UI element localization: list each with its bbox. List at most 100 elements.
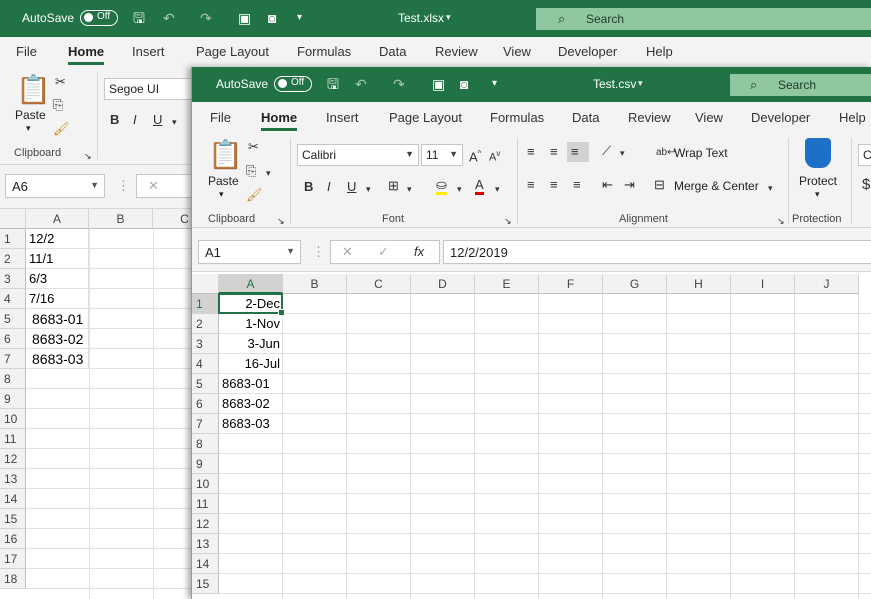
protect-dropdown-icon[interactable]: ▾ [815, 189, 820, 200]
bold-button[interactable]: B [110, 113, 119, 127]
redo-icon[interactable]: ↷ [200, 11, 212, 25]
row-header[interactable]: 4 [192, 354, 219, 374]
row-header[interactable]: 12 [0, 449, 26, 469]
row-header[interactable]: 12 [192, 514, 219, 534]
protect-button[interactable]: Protect [799, 174, 837, 188]
tab-developer[interactable]: Developer [558, 44, 617, 59]
redo-icon[interactable]: ↷ [393, 77, 405, 91]
column-header[interactable]: H [667, 274, 731, 294]
paste-icon[interactable]: 📋 [16, 75, 51, 105]
tab-home[interactable]: Home [68, 44, 105, 65]
cell-a3[interactable]: 3-Jun [219, 334, 283, 354]
screenshot-icon[interactable]: ◙ [268, 11, 276, 25]
tab-file[interactable]: File [16, 44, 37, 59]
column-header[interactable]: B [89, 209, 153, 229]
row-header[interactable]: 8 [192, 434, 219, 454]
row-header[interactable]: 16 [0, 529, 26, 549]
tab-developer[interactable]: Developer [751, 110, 810, 125]
wrap-text-button[interactable]: Wrap Text [674, 146, 728, 160]
number-format-box[interactable]: Cu [858, 144, 871, 166]
camera-icon[interactable]: ▣ [432, 77, 445, 91]
cell-a1[interactable]: 12/2 [26, 229, 89, 249]
column-header[interactable]: G [603, 274, 667, 294]
align-right-icon[interactable]: ≡ [573, 178, 581, 192]
enter-icon[interactable]: ✓ [378, 245, 389, 259]
column-header[interactable]: F [539, 274, 603, 294]
format-painter-icon[interactable]: 🖌 [246, 188, 263, 202]
orientation-icon[interactable]: ⟋ [602, 144, 611, 158]
row-header[interactable]: 7 [192, 414, 219, 434]
tab-help[interactable]: Help [839, 110, 866, 125]
paste-dropdown-icon[interactable]: ▾ [26, 123, 31, 134]
tab-data[interactable]: Data [379, 44, 406, 59]
copy-icon[interactable]: ⎘ [246, 164, 256, 178]
cell-a4[interactable]: 16-Jul [219, 354, 283, 374]
row-header[interactable]: 4 [0, 289, 26, 309]
title-dropdown-icon[interactable]: ▾ [638, 78, 643, 89]
format-painter-icon[interactable]: 🖌 [53, 122, 70, 136]
name-box[interactable]: A1 ▼ [198, 240, 301, 264]
row-header[interactable]: 3 [192, 334, 219, 354]
protect-shield-icon[interactable] [805, 138, 831, 168]
tab-data[interactable]: Data [572, 110, 599, 125]
borders-dropdown-icon[interactable]: ▾ [407, 182, 412, 196]
title-dropdown-icon[interactable]: ▾ [446, 12, 451, 23]
tab-insert[interactable]: Insert [132, 44, 165, 59]
row-header[interactable]: 6 [192, 394, 219, 414]
row-header[interactable]: 6 [0, 329, 26, 349]
column-header[interactable]: B [283, 274, 347, 294]
cut-icon[interactable]: ✂ [248, 140, 259, 154]
formula-input[interactable]: 12/2/2019 [443, 240, 871, 264]
cell-a6[interactable]: 8683-02 [26, 329, 89, 349]
underline-dropdown-icon[interactable]: ▾ [366, 182, 371, 196]
column-header[interactable]: I [731, 274, 795, 294]
clipboard-launcher-icon[interactable]: ↘ [277, 214, 285, 228]
select-all-corner[interactable] [0, 209, 26, 229]
merge-center-button[interactable]: Merge & Center [674, 179, 759, 193]
cancel-icon[interactable]: ✕ [148, 179, 159, 193]
row-header[interactable]: 11 [0, 429, 26, 449]
undo-icon[interactable]: ↶ [355, 77, 367, 91]
bottom-align-icon[interactable]: ≡ [567, 142, 589, 162]
search-box[interactable]: ⌕ Search [536, 8, 871, 30]
column-header[interactable]: J [795, 274, 859, 294]
tab-review[interactable]: Review [435, 44, 478, 59]
row-header[interactable]: 10 [0, 409, 26, 429]
cell-a6[interactable]: 8683-02 [219, 394, 283, 414]
row-header[interactable]: 13 [192, 534, 219, 554]
cell-a7[interactable]: 8683-03 [219, 414, 283, 434]
font-name-box[interactable]: Calibri ▼ [297, 144, 419, 166]
row-header[interactable]: 3 [0, 269, 26, 289]
orientation-dropdown-icon[interactable]: ▾ [620, 146, 625, 160]
paste-dropdown-icon[interactable]: ▾ [219, 189, 224, 200]
undo-icon[interactable]: ↶ [163, 11, 175, 25]
cell-a2[interactable]: 11/1 [26, 249, 89, 269]
tab-formulas[interactable]: Formulas [490, 110, 544, 125]
bold-button[interactable]: B [304, 180, 313, 194]
row-header[interactable]: 7 [0, 349, 26, 369]
cell-a5[interactable]: 8683-01 [219, 374, 283, 394]
tab-page-layout[interactable]: Page Layout [389, 110, 462, 125]
paste-icon[interactable]: 📋 [208, 140, 243, 170]
decrease-indent-icon[interactable]: ⇤ [602, 178, 613, 192]
save-icon[interactable]: 🖫 [327, 77, 339, 91]
cut-icon[interactable]: ✂ [55, 75, 66, 89]
cell-a2[interactable]: 1-Nov [219, 314, 283, 334]
increase-indent-icon[interactable]: ⇥ [624, 178, 635, 192]
tab-home[interactable]: Home [261, 110, 298, 131]
row-header[interactable]: 13 [0, 469, 26, 489]
row-header[interactable]: 5 [0, 309, 26, 329]
align-left-icon[interactable]: ≡ [527, 178, 535, 192]
merge-center-icon[interactable]: ⊟ [654, 178, 665, 192]
font-color-dropdown-icon[interactable]: ▾ [495, 182, 500, 196]
row-header[interactable]: 15 [192, 574, 219, 594]
autosave-toggle[interactable]: Off [274, 76, 312, 92]
clipboard-launcher-icon[interactable]: ↘ [84, 149, 92, 163]
tab-formulas[interactable]: Formulas [297, 44, 351, 59]
row-header[interactable]: 10 [192, 474, 219, 494]
search-box[interactable]: ⌕ Search [730, 74, 871, 96]
row-header[interactable]: 14 [192, 554, 219, 574]
screenshot-icon[interactable]: ◙ [460, 77, 468, 91]
column-header[interactable]: C [347, 274, 411, 294]
select-all-corner[interactable] [192, 274, 219, 294]
